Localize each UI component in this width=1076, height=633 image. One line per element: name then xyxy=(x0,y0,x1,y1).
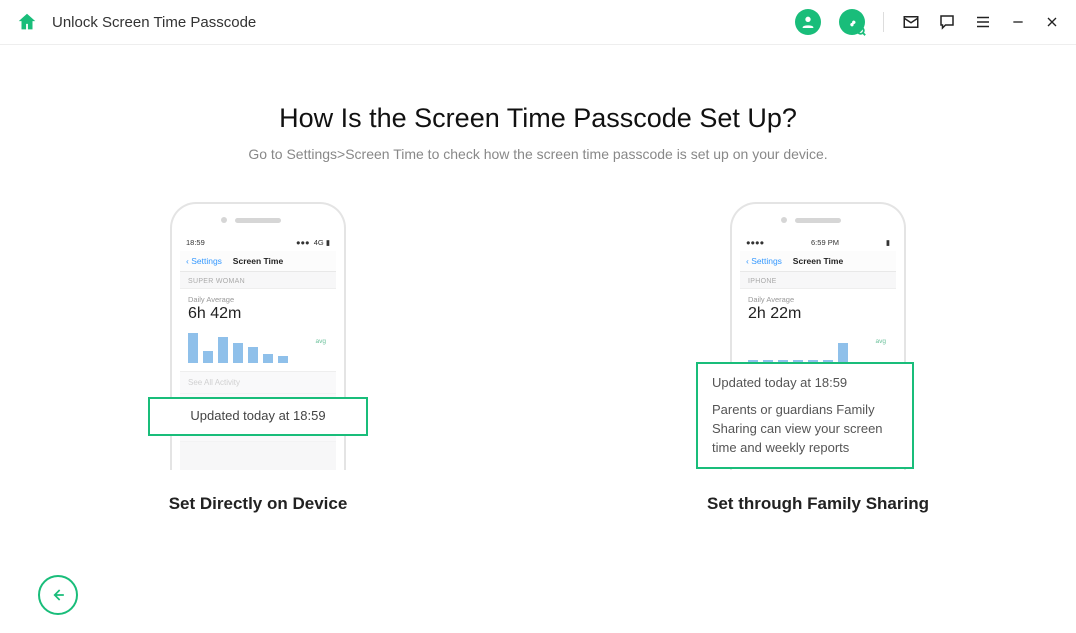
usage-bars: avg xyxy=(188,329,328,363)
home-icon[interactable] xyxy=(16,11,38,33)
page-subheading: Go to Settings>Screen Time to check how … xyxy=(0,146,1076,162)
window-title: Unlock Screen Time Passcode xyxy=(52,14,795,31)
nav-title: Screen Time xyxy=(233,256,283,266)
callout-updated: Updated today at 18:59 xyxy=(148,397,368,436)
option-title: Set Directly on Device xyxy=(169,494,348,514)
daily-avg-value: 6h 42m xyxy=(188,305,328,323)
callout-line2: Parents or guardians Family Sharing can … xyxy=(712,401,898,458)
options-row: 18:59 ●●● 4G ▮ ‹ Settings Screen Time SU… xyxy=(0,202,1076,514)
daily-avg-label: Daily Average xyxy=(748,295,888,304)
titlebar-actions xyxy=(795,9,1060,35)
list-item: See All Activity xyxy=(180,372,336,394)
nav-back: ‹ Settings xyxy=(746,256,782,266)
back-button[interactable] xyxy=(38,575,78,615)
daily-avg-value: 2h 22m xyxy=(748,305,888,323)
section-header: IPHONE xyxy=(740,272,896,288)
account-icon[interactable] xyxy=(795,9,821,35)
callout-family-sharing: Updated today at 18:59 Parents or guardi… xyxy=(696,362,914,469)
daily-avg-label: Daily Average xyxy=(188,295,328,304)
option-family-sharing[interactable]: ●●●● 6:59 PM ▮ ‹ Settings Screen Time IP… xyxy=(668,202,968,514)
nav-title: Screen Time xyxy=(793,256,843,266)
status-time: 18:59 xyxy=(186,238,205,247)
titlebar: Unlock Screen Time Passcode xyxy=(0,0,1076,45)
separator xyxy=(883,12,884,32)
menu-icon[interactable] xyxy=(974,13,992,31)
mail-icon[interactable] xyxy=(902,13,920,31)
minimize-icon[interactable] xyxy=(1010,14,1026,30)
status-time: 6:59 PM xyxy=(811,238,839,247)
feedback-icon[interactable] xyxy=(938,13,956,31)
page-heading: How Is the Screen Time Passcode Set Up? xyxy=(0,103,1076,134)
nav-back: ‹ Settings xyxy=(186,256,222,266)
close-icon[interactable] xyxy=(1044,14,1060,30)
section-header: SUPER WOMAN xyxy=(180,272,336,288)
music-search-icon[interactable] xyxy=(839,9,865,35)
option-set-on-device[interactable]: 18:59 ●●● 4G ▮ ‹ Settings Screen Time SU… xyxy=(108,202,408,514)
callout-line1: Updated today at 18:59 xyxy=(712,374,898,393)
option-title: Set through Family Sharing xyxy=(707,494,929,514)
main-content: How Is the Screen Time Passcode Set Up? … xyxy=(0,45,1076,514)
usage-bars: avg xyxy=(748,329,888,363)
